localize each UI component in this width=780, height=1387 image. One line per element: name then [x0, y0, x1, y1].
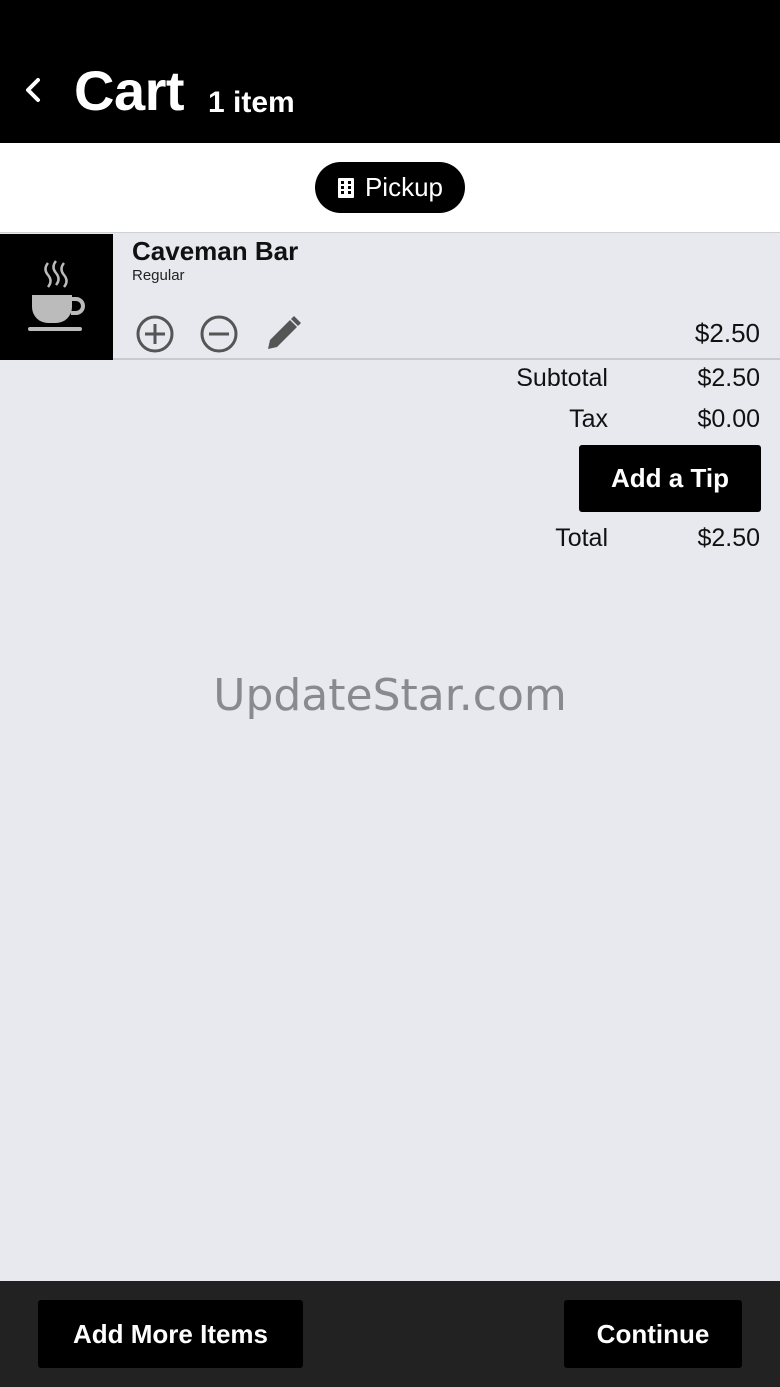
edit-item-button[interactable] [262, 313, 304, 355]
total-label: Total [555, 524, 608, 552]
total-value: $2.50 [697, 524, 760, 552]
coffee-cup-icon [27, 260, 85, 331]
item-name: Caveman Bar [132, 236, 299, 266]
footer-bar: Add More Items Continue [0, 1281, 780, 1387]
header-bar: Cart 1 item [0, 0, 780, 143]
cart-item-row: Caveman Bar Regular $2.50 [0, 234, 780, 360]
item-variant: Regular [132, 267, 185, 284]
item-image [0, 234, 113, 360]
plus-circle-icon [136, 315, 174, 353]
subtotal-value: $2.50 [697, 364, 760, 392]
minus-circle-icon [200, 315, 238, 353]
tax-value: $0.00 [697, 405, 760, 433]
back-button[interactable] [14, 70, 52, 110]
pickup-label: Pickup [364, 172, 444, 202]
item-price: $2.50 [694, 318, 760, 348]
building-icon [337, 177, 354, 198]
decrease-quantity-button[interactable] [198, 313, 240, 355]
add-more-items-button[interactable]: Add More Items [38, 1300, 303, 1368]
tax-label: Tax [569, 405, 608, 433]
order-mode-bar: Pickup [0, 143, 780, 233]
pencil-icon [268, 316, 301, 349]
continue-button[interactable]: Continue [564, 1300, 742, 1368]
chevron-left-icon [26, 78, 40, 102]
item-count: 1 item [208, 86, 295, 119]
increase-quantity-button[interactable] [134, 313, 176, 355]
watermark-text: UpdateStar.com [213, 670, 567, 721]
add-tip-button[interactable]: Add a Tip [579, 445, 761, 512]
pickup-toggle[interactable]: Pickup [315, 162, 465, 213]
subtotal-label: Subtotal [516, 364, 608, 392]
page-title: Cart [74, 59, 185, 122]
